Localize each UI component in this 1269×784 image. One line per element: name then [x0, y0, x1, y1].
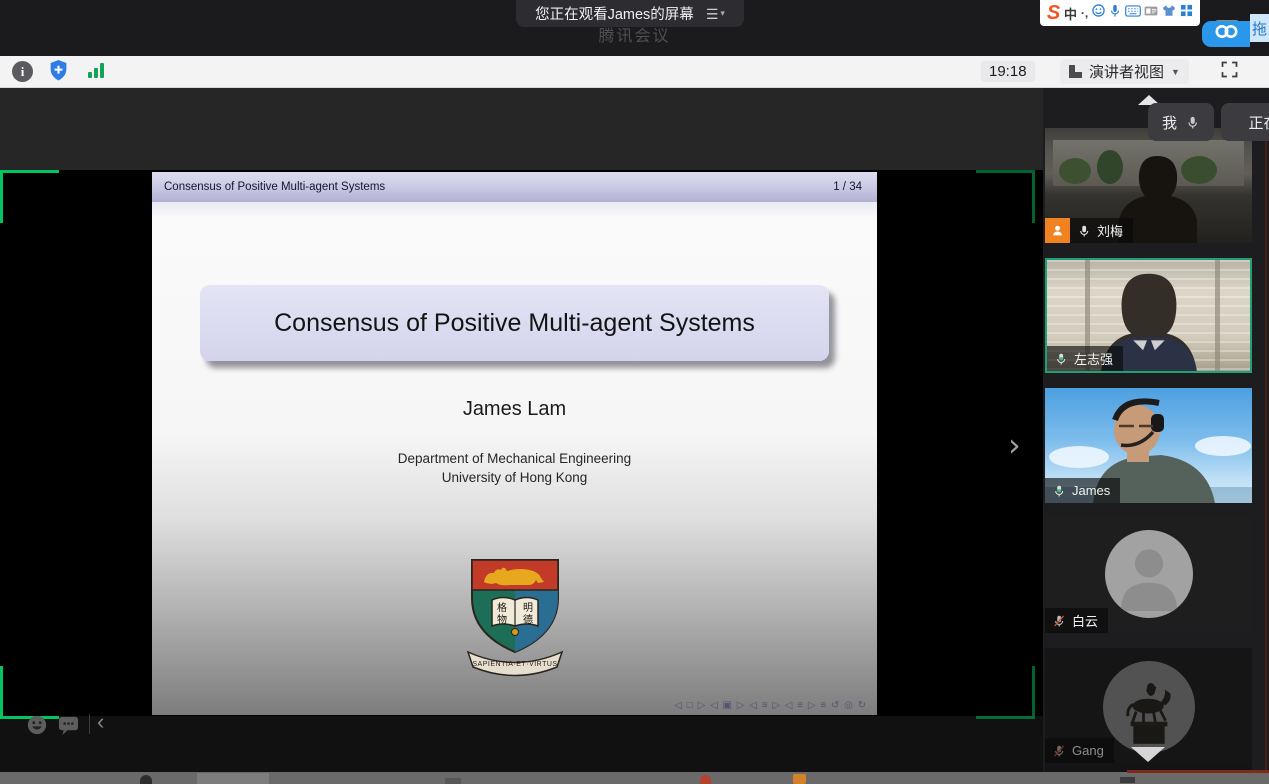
my-mic-pill[interactable]: 我: [1148, 103, 1214, 141]
slide-body: Consensus of Positive Multi-agent System…: [152, 202, 877, 715]
mic-icon: [1077, 224, 1091, 238]
chat-button[interactable]: [57, 715, 80, 741]
mic-muted-icon: [1052, 614, 1066, 628]
presentation-slide: Consensus of Positive Multi-agent System…: [152, 172, 877, 715]
slide-author: James Lam: [152, 398, 877, 421]
taskbar-icon-hint: [445, 778, 461, 784]
speaking-label: 正在讲: [1248, 112, 1269, 133]
view-mode-selector[interactable]: 演讲者视图 ▼: [1060, 59, 1189, 84]
meeting-dock-tab[interactable]: 拖: [1250, 14, 1269, 42]
ime-skin-icon[interactable]: [1162, 4, 1176, 22]
share-border-corner: [976, 170, 1035, 223]
banner-menu-button[interactable]: ☰ ▾: [706, 7, 725, 21]
logo-char: 德: [523, 613, 533, 626]
divider: [89, 714, 90, 734]
participant-tile-baiyun[interactable]: 白云: [1045, 518, 1252, 633]
dock-tab-label: 拖: [1252, 18, 1267, 39]
watching-screen-text: 您正在观看James的屏幕: [535, 3, 694, 24]
mic-active-icon: [1052, 484, 1066, 498]
view-mode-label: 演讲者视图: [1089, 61, 1164, 82]
participant-tile-james[interactable]: James: [1045, 388, 1252, 503]
slide-affiliation: Department of Mechanical Engineering Uni…: [152, 449, 877, 487]
scroll-down-arrow[interactable]: [1131, 747, 1165, 762]
participant-name: 刘梅: [1097, 221, 1123, 240]
logo-motto: SAPIENTIA·ET·VIRTUS: [472, 661, 557, 668]
taskbar-icon-hint: [1120, 777, 1135, 783]
logo-char: 物: [497, 613, 507, 626]
ime-keyboard-icon[interactable]: [1125, 4, 1141, 22]
ime-chinese-mode-button[interactable]: 中: [1064, 4, 1077, 23]
participant-tile-liumei[interactable]: 刘梅: [1045, 128, 1252, 243]
participant-name-label: James: [1045, 478, 1120, 503]
affiliation-line2: University of Hong Kong: [152, 468, 877, 487]
taskbar-icon-hint: [140, 775, 152, 784]
meeting-dock-button[interactable]: [1202, 21, 1250, 47]
emoji-reaction-button[interactable]: [26, 714, 48, 741]
mic-active-icon: [1054, 352, 1068, 366]
participants-sidebar: 我 正在讲 刘梅: [1043, 88, 1269, 772]
slide-page-indicator: 1 / 34: [833, 181, 862, 193]
meeting-timer: 19:18: [981, 61, 1035, 82]
taskbar-icon-hint: [700, 775, 711, 784]
ime-punctuation-button[interactable]: ·,: [1081, 6, 1088, 20]
meeting-info-button[interactable]: i: [12, 61, 33, 82]
security-shield-button[interactable]: [48, 59, 69, 87]
collapse-bar-chevron[interactable]: ‹: [97, 709, 104, 735]
fullscreen-button[interactable]: [1219, 59, 1240, 85]
participant-name: 左志强: [1074, 349, 1113, 368]
logo-char: 明: [523, 602, 533, 614]
hku-crest-logo: 格 物 明 德 SAPIENTIA·ET·VIRTUS: [462, 554, 568, 685]
taskbar-active-button: [197, 773, 269, 784]
sogou-logo-icon[interactable]: S: [1047, 3, 1060, 23]
taskbar-icon-hint: [793, 774, 806, 784]
participant-name: James: [1072, 483, 1110, 498]
share-border-corner: [0, 170, 59, 223]
person-avatar-icon: [1105, 530, 1193, 618]
logo-char: 格: [497, 601, 507, 614]
participant-name-label: 刘梅: [1070, 218, 1133, 243]
participant-name: 白云: [1072, 611, 1098, 630]
menu-lines-icon: ☰: [706, 7, 719, 21]
taskbar-highlight-line: [1127, 770, 1269, 773]
tencent-meeting-window: 腾讯会议 您正在观看James的屏幕 ☰ ▾ S 中 ·, 拖 i: [0, 0, 1269, 784]
expand-panel-chevron[interactable]: ›: [1008, 426, 1021, 464]
speaking-status-pill: 正在讲: [1221, 103, 1269, 141]
participant-tile-zuozhiqiang[interactable]: 左志强: [1045, 258, 1252, 373]
slide-title: Consensus of Positive Multi-agent System…: [274, 309, 755, 338]
mic-icon: [1185, 115, 1200, 130]
beamer-nav-symbols: ◁ □ ▷ ◁ ▣ ▷ ◁ ≡ ▷ ◁ ≡ ▷ ≡ ↺ ◎ ↻: [674, 700, 867, 711]
windows-taskbar-edge: [0, 772, 1269, 784]
slide-title-box: Consensus of Positive Multi-agent System…: [200, 285, 829, 361]
watching-screen-banner: 您正在观看James的屏幕 ☰ ▾: [516, 0, 744, 27]
chevron-down-icon: ▾: [720, 8, 725, 19]
me-label: 我: [1162, 112, 1177, 133]
host-badge-icon: [1045, 218, 1070, 243]
ime-voice-icon[interactable]: [1109, 4, 1121, 23]
participant-name-label: 白云: [1045, 608, 1108, 633]
scrollbar-edge: [1265, 130, 1267, 772]
ime-toolbar[interactable]: S 中 ·,: [1040, 0, 1200, 26]
network-signal-icon[interactable]: [88, 63, 104, 78]
participant-name-label: 左志强: [1047, 346, 1123, 371]
ime-grid-icon[interactable]: [1180, 4, 1193, 22]
avatar: [1105, 530, 1193, 618]
slide-header-title: Consensus of Positive Multi-agent System…: [164, 181, 385, 193]
ime-toolbox-icon[interactable]: [1144, 4, 1158, 22]
slide-header: Consensus of Positive Multi-agent System…: [152, 172, 877, 202]
meeting-logo-icon: [1213, 23, 1240, 45]
affiliation-line1: Department of Mechanical Engineering: [152, 449, 877, 468]
ime-emoji-icon[interactable]: [1092, 4, 1105, 22]
layout-icon: [1069, 65, 1082, 78]
chevron-down-icon: ▼: [1171, 67, 1180, 77]
share-border-corner: [0, 666, 59, 719]
share-border-corner: [976, 666, 1035, 719]
top-bar: 腾讯会议 您正在观看James的屏幕 ☰ ▾ S 中 ·, 拖: [0, 0, 1269, 56]
